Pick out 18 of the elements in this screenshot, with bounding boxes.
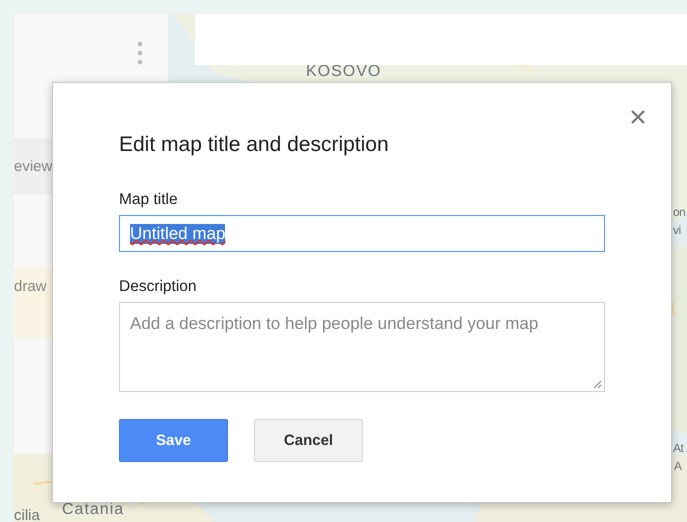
save-button[interactable]: Save (119, 419, 228, 462)
close-icon[interactable] (631, 110, 645, 124)
map-label: KOSOVO (306, 64, 382, 80)
map-label: cilia (14, 508, 40, 522)
description-field[interactable]: Add a description to help people understand your map (119, 302, 605, 392)
field-label: Map title (119, 191, 179, 209)
map-label: on (673, 206, 686, 218)
map-label: A (674, 460, 682, 472)
resize-grip-icon[interactable] (593, 380, 602, 389)
title-field[interactable]: Untitled map (119, 215, 605, 252)
cancel-button[interactable]: Cancel (254, 419, 363, 462)
map-label: At (673, 442, 684, 454)
more-icon[interactable] (136, 40, 144, 66)
map-label: vi (673, 224, 681, 236)
map-label: Catania (62, 502, 124, 518)
notice-text: draw (14, 278, 47, 295)
field-label: Description (119, 278, 198, 296)
dialog-title: Edit map title and description (119, 133, 390, 157)
